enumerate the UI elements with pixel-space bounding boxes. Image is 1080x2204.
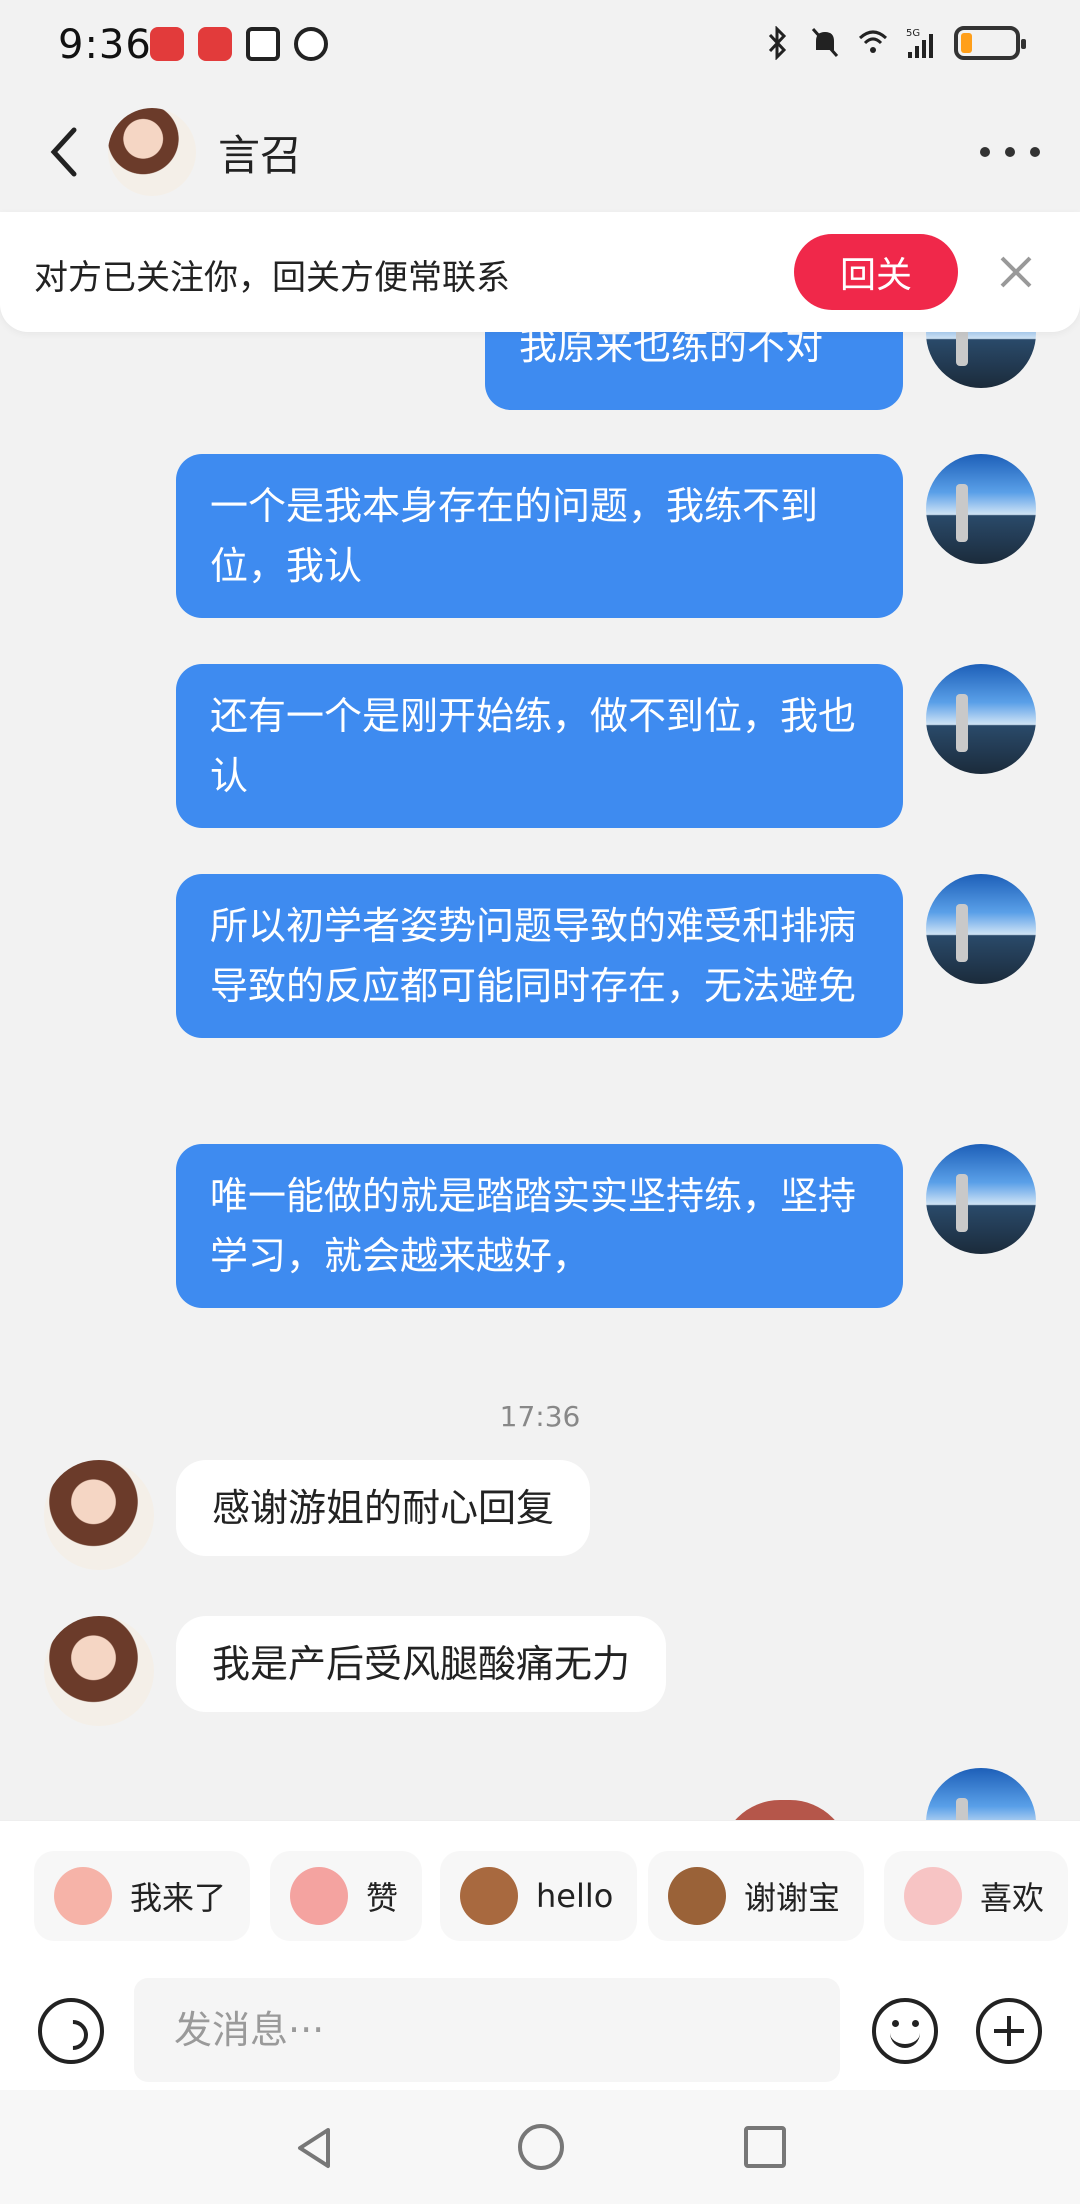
message-list[interactable]: 我原来也练的不对 一个是我本身存在的问题，我练不到位，我认 还有一个是刚开始练，… bbox=[0, 300, 1080, 1820]
message-bubble-incoming[interactable]: 我是产后受风腿酸痛无力 bbox=[176, 1616, 667, 1712]
self-avatar[interactable] bbox=[926, 1144, 1036, 1254]
voice-icon[interactable] bbox=[38, 1998, 104, 2064]
svg-text:5G: 5G bbox=[906, 28, 920, 39]
self-avatar[interactable] bbox=[926, 874, 1036, 984]
notification-icons bbox=[150, 27, 328, 61]
follow-back-banner: 对方已关注你，回关方便常联系 回关 bbox=[0, 212, 1080, 332]
more-dots-icon[interactable] bbox=[980, 132, 1040, 172]
nfc-icon bbox=[246, 27, 280, 61]
nav-home-icon[interactable] bbox=[518, 2124, 564, 2170]
wifi-icon bbox=[858, 26, 888, 60]
message-input[interactable] bbox=[134, 1978, 840, 2082]
banner-text: 对方已关注你，回关方便常联系 bbox=[34, 258, 510, 298]
quick-reply-chip[interactable]: 喜欢 bbox=[884, 1851, 1069, 1941]
quick-reply-chip[interactable]: 谢谢宝 bbox=[648, 1851, 865, 1941]
sticker-icon bbox=[460, 1867, 518, 1925]
message-bubble-outgoing[interactable]: 唯一能做的就是踏踏实实坚持练，坚持学习，就会越来越好， bbox=[176, 1144, 903, 1308]
quick-reply-chip[interactable]: 赞 bbox=[270, 1851, 423, 1941]
message-input-bar bbox=[0, 1970, 1080, 2090]
alarm-icon bbox=[294, 27, 328, 61]
app-notification-icon bbox=[150, 27, 184, 61]
signal-icon: 5G bbox=[906, 26, 936, 60]
message-bubble-outgoing[interactable]: 所以初学者姿势问题导致的难受和排病导致的反应都可能同时存在，无法避免 bbox=[176, 874, 903, 1038]
contact-name[interactable]: 言召 bbox=[218, 122, 302, 183]
self-avatar[interactable] bbox=[926, 664, 1036, 774]
message-timestamp: 17:36 bbox=[499, 1400, 581, 1433]
quick-reply-chip[interactable]: 我来了 bbox=[34, 1851, 251, 1941]
self-avatar[interactable] bbox=[926, 454, 1036, 564]
nav-recent-apps-icon[interactable] bbox=[744, 2126, 786, 2168]
sticker-image[interactable] bbox=[720, 1800, 850, 1820]
close-icon[interactable] bbox=[996, 252, 1036, 292]
sticker-icon bbox=[904, 1867, 962, 1925]
chat-header: 言召 bbox=[0, 92, 1080, 212]
nav-back-icon[interactable] bbox=[292, 2126, 336, 2170]
system-icons: 5G bbox=[762, 25, 1026, 61]
sticker-icon bbox=[668, 1867, 726, 1925]
message-bubble-outgoing[interactable]: 一个是我本身存在的问题，我练不到位，我认 bbox=[176, 454, 903, 618]
self-avatar[interactable] bbox=[926, 1768, 1036, 1820]
battery-level bbox=[961, 33, 972, 53]
sticker-icon bbox=[54, 1867, 112, 1925]
quick-reply-bar: 我来了 赞 hello 谢谢宝 喜欢 bbox=[0, 1820, 1080, 1970]
emoji-icon[interactable] bbox=[872, 1998, 938, 2064]
chevron-left-icon[interactable] bbox=[44, 122, 84, 182]
system-navigation-bar bbox=[0, 2090, 1080, 2204]
contact-avatar[interactable] bbox=[44, 1616, 154, 1726]
status-time: 9:36 bbox=[58, 22, 152, 68]
contact-avatar[interactable] bbox=[44, 1460, 154, 1570]
message-bubble-incoming[interactable]: 感谢游姐的耐心回复 bbox=[176, 1460, 591, 1556]
quick-reply-chip[interactable]: hello bbox=[440, 1851, 638, 1941]
plus-icon[interactable] bbox=[976, 1998, 1042, 2064]
message-bubble-outgoing[interactable]: 还有一个是刚开始练，做不到位，我也认 bbox=[176, 664, 903, 828]
bluetooth-icon bbox=[762, 25, 792, 61]
mute-icon bbox=[810, 26, 840, 60]
status-bar: 9:36 5G bbox=[0, 0, 1080, 92]
battery-icon bbox=[954, 26, 1026, 60]
contact-avatar[interactable] bbox=[108, 108, 196, 196]
follow-back-button[interactable]: 回关 bbox=[794, 234, 958, 310]
app-notification-icon bbox=[198, 27, 232, 61]
sticker-icon bbox=[290, 1867, 348, 1925]
